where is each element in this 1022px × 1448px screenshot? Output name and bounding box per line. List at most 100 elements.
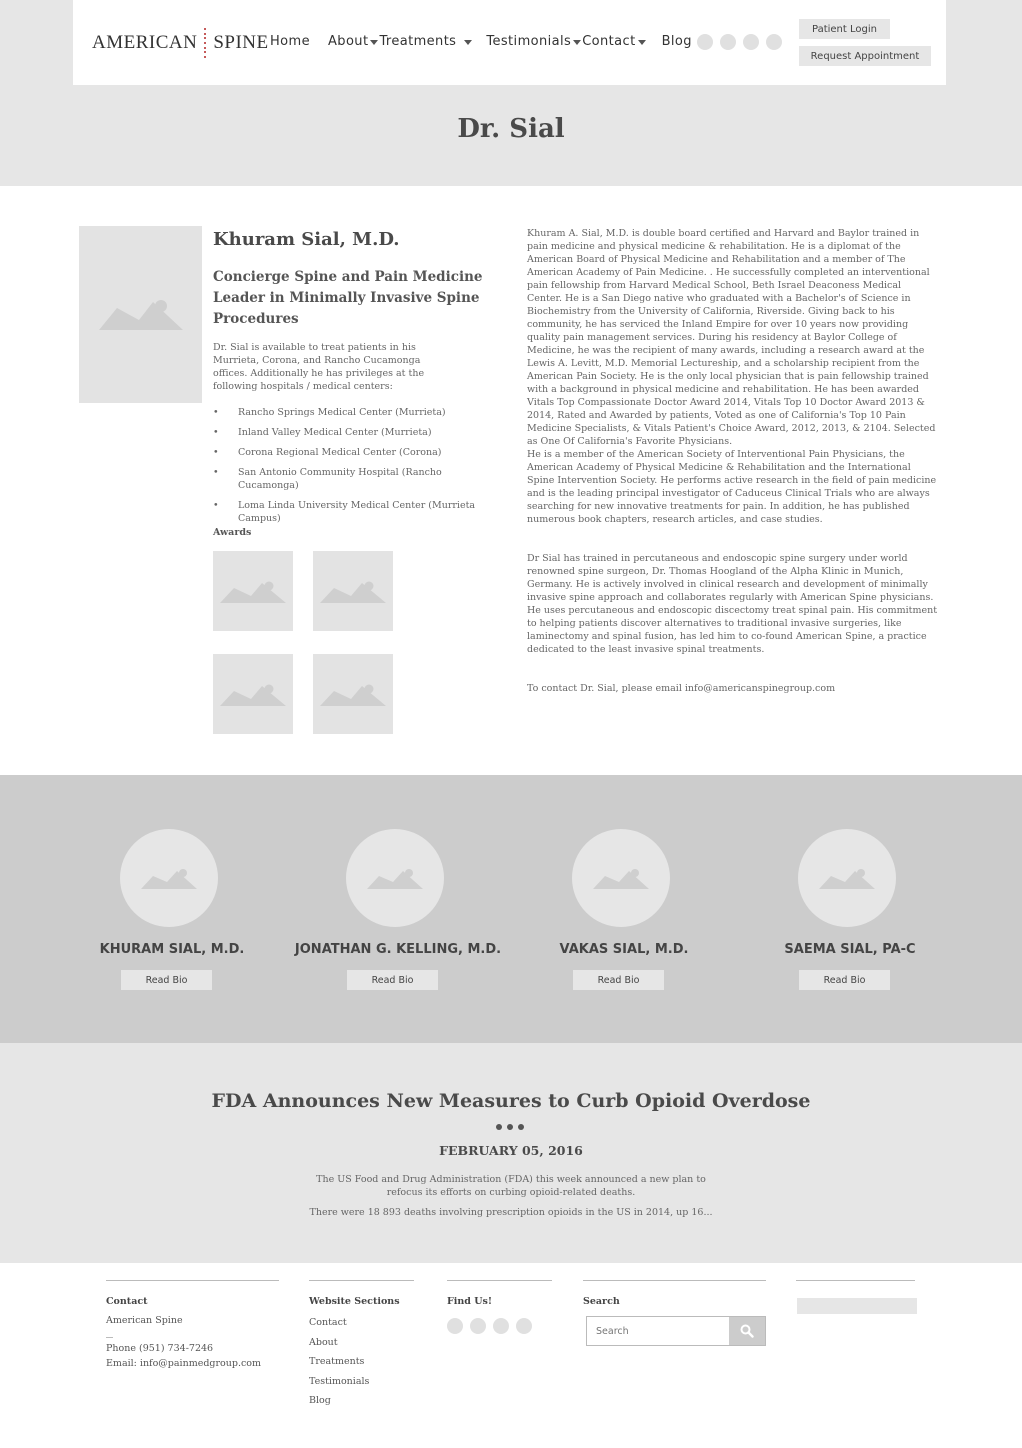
team-member-name: KHURAM SIAL, M.D.: [99, 942, 245, 957]
image-placeholder-icon: [220, 581, 286, 603]
blog-post-date: FEBRUARY 05, 2016: [439, 1143, 583, 1158]
search-button[interactable]: [729, 1317, 765, 1345]
footer-link-contact[interactable]: Contact: [309, 1317, 347, 1328]
nav-item-home[interactable]: Home: [270, 34, 310, 49]
image-placeholder-icon: [320, 684, 386, 706]
image-placeholder-icon: [593, 869, 649, 889]
search-box: [586, 1316, 766, 1346]
awards-heading: Awards: [213, 527, 252, 538]
footer-link-blog[interactable]: Blog: [309, 1395, 331, 1406]
availability-text: Dr. Sial is available to treat patients …: [213, 342, 425, 392]
image-placeholder-icon: [220, 684, 286, 706]
main-nav: Home About Treatments Testimonials Conta…: [270, 34, 692, 49]
footer-company-name: American Spine: [106, 1315, 183, 1326]
nav-item-about[interactable]: About: [328, 34, 379, 49]
blog-excerpt: There were 18 893 deaths involving presc…: [309, 1207, 713, 1218]
avatar[interactable]: [346, 829, 444, 927]
footer-contact-heading: Contact: [106, 1296, 148, 1307]
footer-small-divider: [106, 1337, 113, 1338]
nav-item-testimonials[interactable]: Testimonials: [486, 34, 582, 49]
nav-label: Home: [270, 34, 310, 49]
footer-link-testimonials[interactable]: Testimonials: [309, 1376, 369, 1387]
read-bio-button[interactable]: Read Bio: [347, 970, 438, 990]
spine-mark-icon: [203, 28, 207, 58]
social-icon[interactable]: [743, 34, 759, 50]
footer-phone: Phone (951) 734-7246: [106, 1343, 214, 1354]
image-placeholder-icon: [367, 869, 423, 889]
header-social-links: [697, 34, 782, 50]
image-placeholder-icon: [99, 300, 183, 330]
award-image-placeholder: [213, 654, 293, 734]
nav-item-treatments[interactable]: Treatments: [379, 34, 473, 49]
list-item: Loma Linda University Medical Center (Mu…: [213, 499, 503, 525]
read-bio-button[interactable]: Read Bio: [573, 970, 664, 990]
nav-label: Contact: [582, 34, 636, 49]
caret-down-icon: [637, 40, 646, 45]
footer-email[interactable]: Email: info@painmedgroup.com: [106, 1358, 261, 1369]
caret-down-icon: [573, 40, 582, 45]
nav-label: Blog: [661, 34, 692, 49]
image-placeholder-icon: [141, 869, 197, 889]
avatar[interactable]: [120, 829, 218, 927]
image-placeholder-icon: [819, 869, 875, 889]
hospital-list: Rancho Springs Medical Center (Murrieta)…: [213, 406, 503, 532]
social-icon[interactable]: [766, 34, 782, 50]
nav-item-blog[interactable]: Blog: [662, 34, 692, 49]
footer-link-about[interactable]: About: [309, 1337, 338, 1348]
avatar[interactable]: [572, 829, 670, 927]
site-header: AMERICAN SPINE Home About Treatments Tes…: [73, 0, 946, 85]
award-image-placeholder: [313, 654, 393, 734]
doctor-photo-placeholder: [79, 226, 202, 403]
social-icon[interactable]: [447, 1318, 463, 1334]
logo-word-american: AMERICAN: [92, 32, 198, 53]
caret-down-icon: [464, 40, 473, 45]
list-item: Corona Regional Medical Center (Corona): [213, 446, 503, 459]
footer-social-links: [447, 1318, 532, 1334]
bio-paragraph: Khuram A. Sial, M.D. is double board cer…: [527, 228, 936, 447]
footer-find-us-heading: Find Us!: [447, 1296, 493, 1307]
footer-divider: [106, 1280, 279, 1281]
american-spine-logo[interactable]: AMERICAN SPINE: [92, 28, 269, 58]
ellipsis-dots-icon: [496, 1124, 524, 1130]
read-bio-button[interactable]: Read Bio: [799, 970, 890, 990]
avatar[interactable]: [798, 829, 896, 927]
footer-widget-placeholder: [797, 1298, 917, 1314]
logo-word-spine: SPINE: [213, 32, 269, 53]
team-member-name: SAEMA SIAL, PA-C: [784, 942, 916, 957]
nav-label: Testimonials: [486, 34, 572, 49]
award-image-placeholder: [313, 551, 393, 631]
request-appointment-button[interactable]: Request Appointment: [799, 46, 931, 66]
bio-contact-text: To contact Dr. Sial, please email info@a…: [527, 683, 836, 694]
social-icon[interactable]: [493, 1318, 509, 1334]
list-item: San Antonio Community Hospital (Rancho C…: [213, 466, 503, 492]
footer-divider: [583, 1280, 766, 1281]
read-bio-button[interactable]: Read Bio: [121, 970, 212, 990]
team-member-name: VAKAS SIAL, M.D.: [559, 942, 689, 957]
blog-excerpt: The US Food and Drug Administration (FDA…: [316, 1174, 706, 1198]
nav-label: Treatments: [379, 34, 457, 49]
footer-search-heading: Search: [583, 1296, 620, 1307]
team-member-name: JONATHAN G. KELLING, M.D.: [294, 942, 502, 957]
bio-paragraph: He is a member of the American Society o…: [527, 449, 937, 525]
footer-link-treatments[interactable]: Treatments: [309, 1356, 364, 1367]
footer-sections-heading: Website Sections: [309, 1296, 400, 1307]
footer-divider: [796, 1280, 915, 1281]
footer-divider: [447, 1280, 552, 1281]
list-item: Rancho Springs Medical Center (Murrieta): [213, 406, 503, 419]
footer-divider: [309, 1280, 414, 1281]
blog-post-title[interactable]: FDA Announces New Measures to Curb Opioi…: [0, 1090, 1022, 1112]
social-icon[interactable]: [697, 34, 713, 50]
search-input[interactable]: [587, 1317, 731, 1345]
search-icon: [740, 1324, 754, 1338]
award-image-placeholder: [213, 551, 293, 631]
nav-item-contact[interactable]: Contact: [582, 34, 646, 49]
caret-down-icon: [370, 40, 379, 45]
social-icon[interactable]: [720, 34, 736, 50]
doctor-subtitle: Concierge Spine and Pain Medicine Leader…: [213, 269, 483, 327]
social-icon[interactable]: [470, 1318, 486, 1334]
social-icon[interactable]: [516, 1318, 532, 1334]
patient-login-button[interactable]: Patient Login: [799, 19, 890, 39]
image-placeholder-icon: [320, 581, 386, 603]
page-title: Dr. Sial: [457, 114, 565, 144]
nav-label: About: [328, 34, 369, 49]
